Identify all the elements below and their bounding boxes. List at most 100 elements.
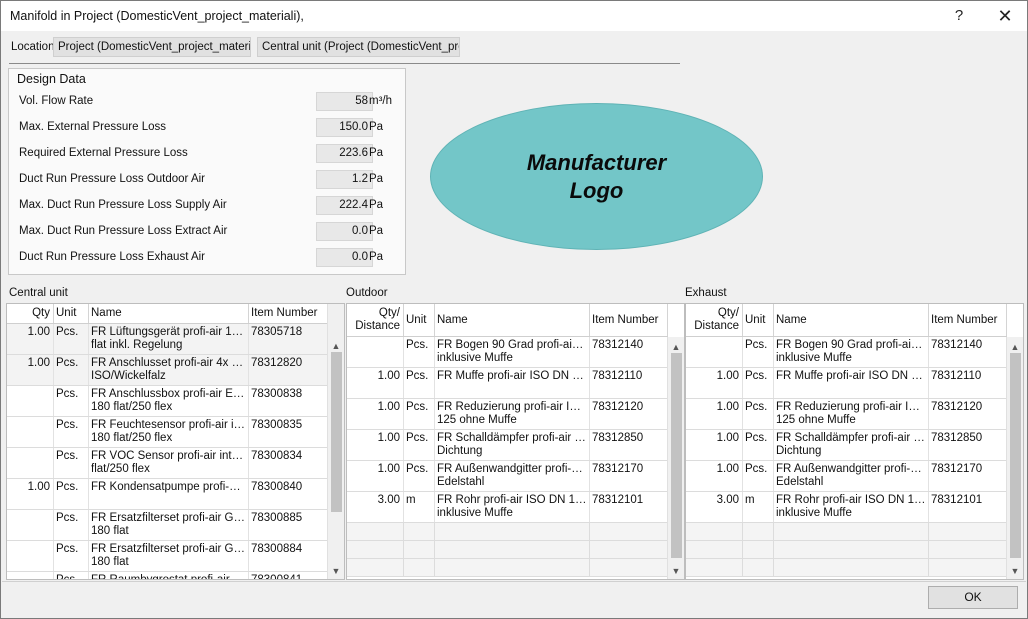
cell-qty: 1.00: [686, 430, 743, 460]
table-row[interactable]: 1.00 Pcs. FR Außenwandgitter profi-air ...…: [347, 461, 668, 492]
cell-name: FR Anschlussbox profi-air Elektr...180 f…: [89, 386, 249, 416]
column-header-item[interactable]: Item Number: [249, 304, 328, 323]
cell-item: 78312170: [929, 461, 1007, 491]
close-button[interactable]: ✕: [985, 1, 1025, 31]
table-row[interactable]: Pcs. FR Bogen 90 Grad profi-air IS... inkl…: [347, 337, 668, 368]
cell-unit: Pcs.: [54, 541, 89, 571]
table-row[interactable]: 1.00 Pcs. FR Anschlusset profi-air 4x DN..…: [7, 355, 328, 386]
location-label: Location: [11, 41, 55, 53]
vertical-scrollbar[interactable]: ▲ ▼: [667, 337, 684, 579]
empty-row: [347, 541, 668, 559]
outdoor-table[interactable]: Qty/Distance Unit Name Item Number Pcs. FR Bo…: [346, 303, 685, 580]
column-header-name[interactable]: Name: [435, 304, 590, 336]
cell-name-line: inklusive Muffe: [776, 352, 852, 364]
table-row[interactable]: 1.00Pcs.FR Kondensatpumpe profi-air fü..…: [7, 479, 328, 510]
breadcrumb-central-unit[interactable]: Central unit (Project (DomesticVent_proj…: [257, 37, 460, 57]
logo-line-1: Manufacturer: [526, 149, 667, 175]
column-header-unit[interactable]: Unit: [404, 304, 435, 336]
exhaust-table[interactable]: Qty/Distance Unit Name Item Number Pcs. FR Bo…: [685, 303, 1024, 580]
ok-button[interactable]: OK: [928, 586, 1018, 609]
table-row[interactable]: 1.00Pcs.FR Schalldämpfer profi-air DN ..…: [686, 430, 1007, 461]
cell-unit: Pcs.: [743, 337, 774, 367]
cell-qty: [7, 541, 54, 571]
empty-row: [347, 559, 668, 577]
central-unit-label: Central unit: [9, 287, 68, 299]
cell-name-line: Edelstahl: [776, 476, 824, 488]
table-row[interactable]: 1.00 Pcs. FR Muffe profi-air ISO DN 125 783…: [686, 368, 1007, 399]
cell-unit: m: [404, 492, 435, 522]
cell-item: 78312101: [929, 492, 1007, 522]
help-button[interactable]: ?: [939, 1, 979, 31]
design-row: Max. Duct Run Pressure Loss Extract Air 0…: [9, 222, 405, 242]
cell-name: FR Außenwandgitter profi-air ... Edelstah…: [435, 461, 590, 491]
table-row[interactable]: 1.00 Pcs. FR Muffe profi-air ISO DN 125 783…: [347, 368, 668, 399]
cell-item: 78312820: [249, 355, 328, 385]
column-header-text: Unit: [745, 314, 766, 326]
scroll-down-icon[interactable]: ▼: [668, 563, 684, 579]
cell-name: FR Kondensatpumpe profi-air fü...: [89, 479, 249, 509]
design-row: Duct Run Pressure Loss Exhaust Air 0.0 Pa: [9, 248, 405, 268]
vertical-scrollbar[interactable]: ▲ ▼: [327, 304, 344, 579]
table-row[interactable]: Pcs.FR Ersatzfilterset profi-air G4/F7..…: [7, 510, 328, 541]
central-unit-table[interactable]: Qty Unit Name Item Number 1.00 Pcs. FR Lüftung…: [6, 303, 345, 580]
column-header-item[interactable]: Item Number: [590, 304, 668, 336]
column-header-item[interactable]: Item Number: [929, 304, 1007, 336]
cell-name-line: 180 flat/250 flex: [91, 401, 173, 413]
table-row[interactable]: 1.00 Pcs. FR Außenwandgitter profi-air ...…: [686, 461, 1007, 492]
design-row-label: Max. Duct Run Pressure Loss Extract Air: [19, 225, 228, 237]
cell-name-line: FR Muffe profi-air ISO DN 125: [776, 370, 926, 382]
cell-unit: Pcs.: [54, 572, 89, 579]
empty-cell: [743, 523, 774, 540]
design-row-label: Required External Pressure Loss: [19, 147, 188, 159]
design-row-unit: Pa: [369, 225, 384, 237]
table-row[interactable]: Pcs. FR Raumbygrostat profi-air für... 783…: [7, 572, 328, 579]
cell-name: FR Reduzierung profi-air ISO ... 125 ohne…: [435, 399, 590, 429]
design-row-label: Duct Run Pressure Loss Outdoor Air: [19, 173, 205, 185]
table-row[interactable]: Pcs. FR Feuchtesensor profi-air inter... 1…: [7, 417, 328, 448]
scroll-down-icon[interactable]: ▼: [1007, 563, 1023, 579]
cell-item: 78300834: [249, 448, 328, 478]
table-row[interactable]: Pcs.FR Anschlussbox profi-air Elektr...1…: [7, 386, 328, 417]
table-row[interactable]: 3.00mFR Rohr profi-air ISO DN 125 -...in…: [686, 492, 1007, 523]
cell-name-line: FR Feuchtesensor profi-air inter...: [91, 419, 246, 431]
table-row[interactable]: 1.00 Pcs. FR Reduzierung profi-air ISO ...…: [347, 399, 668, 430]
table-row[interactable]: 1.00 Pcs. FR Lüftungsgerät profi-air 180 .…: [7, 324, 328, 355]
column-header-name[interactable]: Name: [89, 304, 249, 323]
cell-name-line: Edelstahl: [437, 476, 485, 488]
vertical-scrollbar[interactable]: ▲ ▼: [1006, 337, 1023, 579]
table-row[interactable]: 1.00 Pcs. FR Reduzierung profi-air ISO ...…: [686, 399, 1007, 430]
column-header-unit[interactable]: Unit: [743, 304, 774, 336]
cell-qty: 1.00: [7, 355, 54, 385]
scroll-thumb[interactable]: [1010, 353, 1021, 558]
cell-name-line: 180 flat: [91, 525, 129, 537]
design-row: Duct Run Pressure Loss Outdoor Air 1.2 Pa: [9, 170, 405, 190]
column-header-name[interactable]: Name: [774, 304, 929, 336]
column-header-unit[interactable]: Unit: [54, 304, 89, 323]
cell-unit: Pcs.: [404, 399, 435, 429]
table-row[interactable]: 1.00Pcs.FR Schalldämpfer profi-air DN ..…: [347, 430, 668, 461]
breadcrumb-project[interactable]: Project (DomesticVent_project_materiali: [53, 37, 251, 57]
design-row-value: 222.4: [316, 196, 373, 215]
cell-name-line: FR Außenwandgitter profi-air ...: [776, 463, 926, 475]
empty-cell: [743, 541, 774, 558]
scroll-thumb[interactable]: [331, 352, 342, 512]
cell-name-line: inklusive Muffe: [776, 507, 852, 519]
column-header-qty[interactable]: Qty/Distance: [686, 304, 743, 336]
design-row: Max. External Pressure Loss 150.0 Pa: [9, 118, 405, 138]
table-row[interactable]: Pcs.FR VOC Sensor profi-air intern f...f…: [7, 448, 328, 479]
cell-name-line: FR Außenwandgitter profi-air ...: [437, 463, 587, 475]
table-row[interactable]: Pcs. FR Bogen 90 Grad profi-air IS... inkl…: [686, 337, 1007, 368]
cell-name-line: Dichtung: [437, 445, 483, 457]
column-header-qty[interactable]: Qty: [7, 304, 54, 323]
cell-unit: Pcs.: [743, 430, 774, 460]
cell-name: FR Außenwandgitter profi-air ... Edelstah…: [774, 461, 929, 491]
scroll-down-icon[interactable]: ▼: [328, 563, 344, 579]
cell-qty: [7, 510, 54, 540]
table-row[interactable]: 3.00mFR Rohr profi-air ISO DN 125 -...in…: [347, 492, 668, 523]
cell-unit: Pcs.: [743, 399, 774, 429]
design-row-value: 1.2: [316, 170, 373, 189]
scroll-thumb[interactable]: [671, 353, 682, 558]
design-row: Vol. Flow Rate 58 m³/h: [9, 92, 405, 112]
column-header-qty[interactable]: Qty/Distance: [347, 304, 404, 336]
table-row[interactable]: Pcs. FR Ersatzfilterset profi-air G4/G...…: [7, 541, 328, 572]
